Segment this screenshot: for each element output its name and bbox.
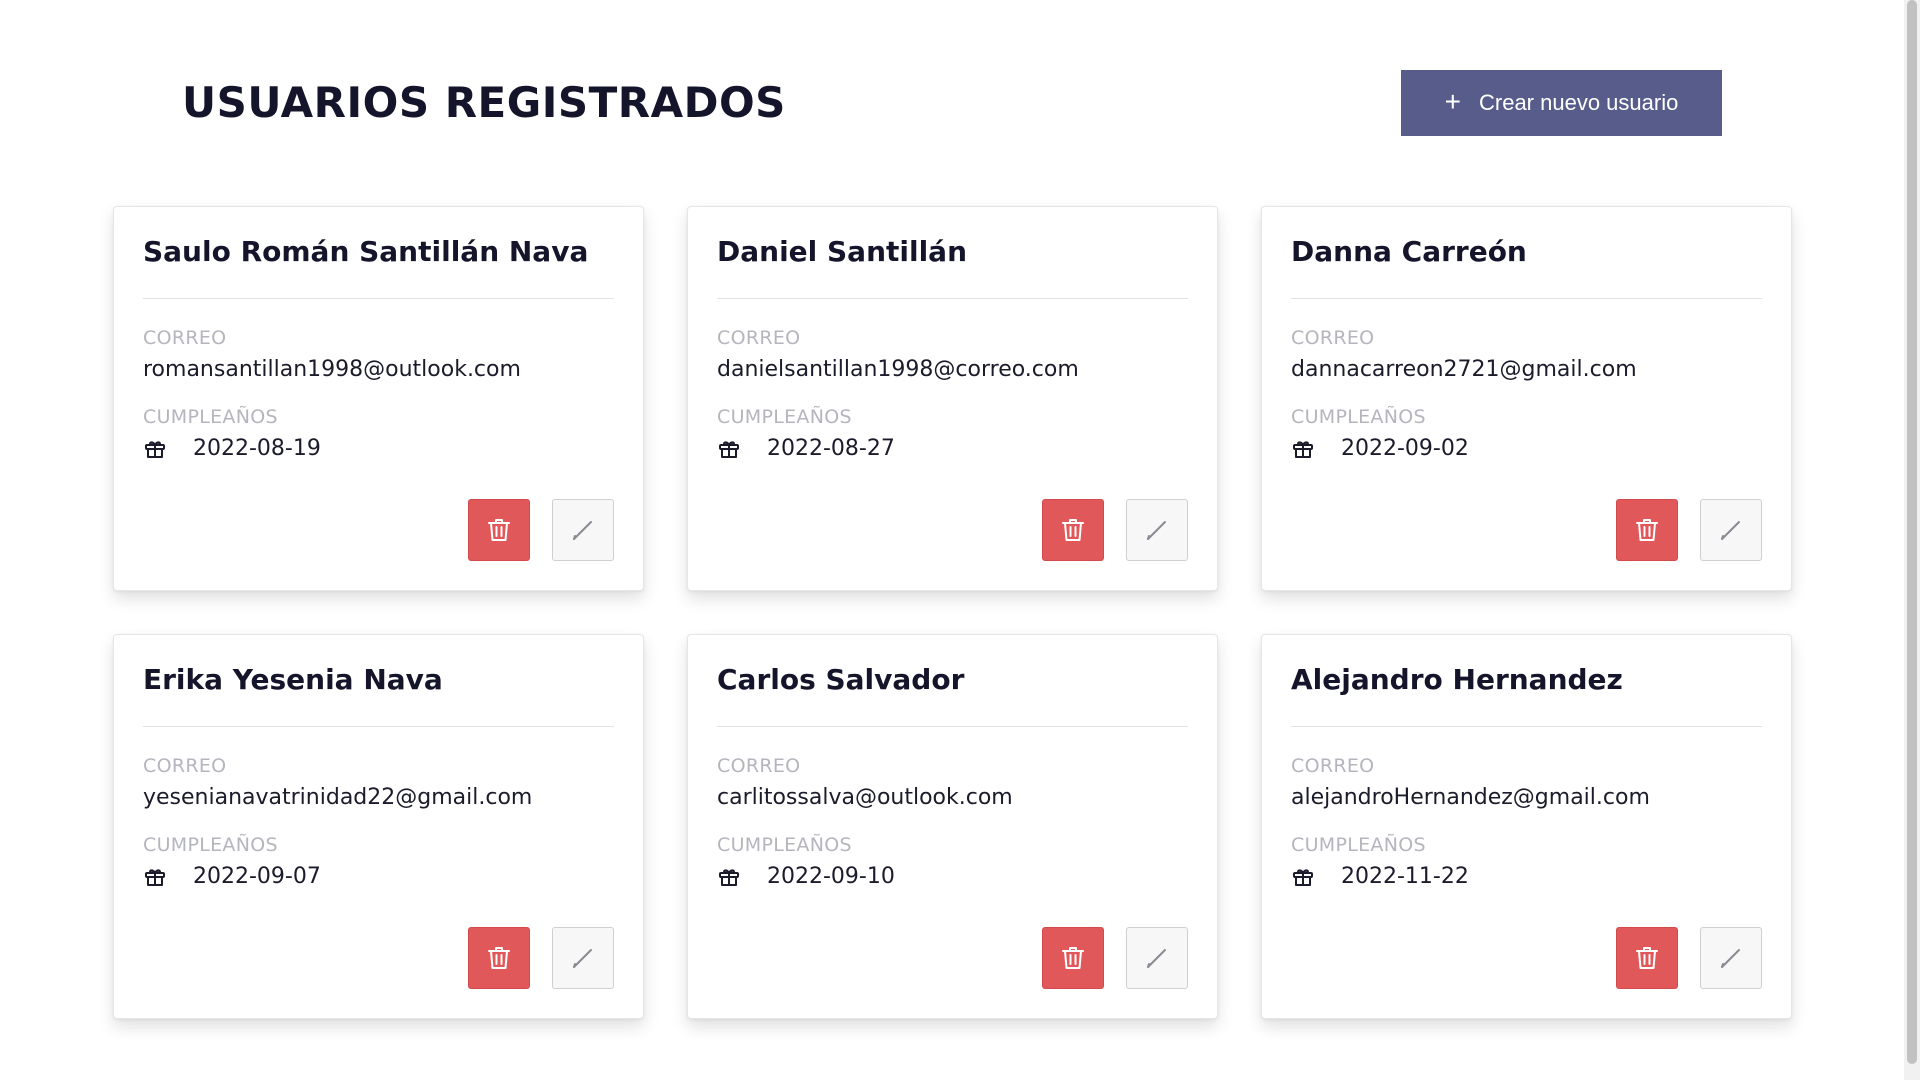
card-actions [468, 927, 614, 989]
gift-icon [1293, 868, 1313, 886]
card-actions [1616, 499, 1762, 561]
user-card: Saulo Román Santillán Nava CORREO romans… [113, 206, 644, 591]
trash-icon [1062, 519, 1084, 541]
email-label: CORREO [1291, 755, 1375, 777]
delete-button[interactable] [1042, 499, 1104, 561]
scrollbar-thumb[interactable] [1907, 0, 1917, 1064]
user-name: Daniel Santillán [717, 235, 968, 268]
card-divider [717, 726, 1188, 727]
user-email: alejandroHernandez@gmail.com [1291, 785, 1650, 810]
card-divider [1291, 298, 1762, 299]
user-name: Alejandro Hernandez [1291, 663, 1623, 696]
card-actions [1042, 499, 1188, 561]
birthday-label: CUMPLEAÑOS [717, 834, 852, 856]
user-name: Saulo Román Santillán Nava [143, 235, 589, 268]
users-page: USUARIOS REGISTRADOS + Crear nuevo usuar… [0, 0, 1920, 1080]
user-birthday: 2022-11-22 [1341, 864, 1469, 889]
pencil-icon [1721, 521, 1740, 540]
user-card: Daniel Santillán CORREO danielsantillan1… [687, 206, 1218, 591]
birthday-row: 2022-08-19 [143, 436, 614, 461]
birthday-label: CUMPLEAÑOS [143, 406, 278, 428]
birthday-row: 2022-09-07 [143, 864, 614, 889]
user-card: Danna Carreón CORREO dannacarreon2721@gm… [1261, 206, 1792, 591]
card-divider [717, 298, 1188, 299]
user-birthday: 2022-09-02 [1341, 436, 1469, 461]
user-card: Alejandro Hernandez CORREO alejandroHern… [1261, 634, 1792, 1019]
user-name: Danna Carreón [1291, 235, 1527, 268]
trash-icon [488, 947, 510, 969]
user-card: Carlos Salvador CORREO carlitossalva@out… [687, 634, 1218, 1019]
pencil-icon [1147, 949, 1166, 968]
delete-button[interactable] [1042, 927, 1104, 989]
create-user-button-label: Crear nuevo usuario [1479, 90, 1679, 115]
user-birthday: 2022-08-27 [767, 436, 895, 461]
delete-button[interactable] [468, 499, 530, 561]
card-divider [143, 298, 614, 299]
delete-button[interactable] [1616, 927, 1678, 989]
delete-button[interactable] [468, 927, 530, 989]
gift-icon [719, 868, 739, 886]
pencil-icon [573, 521, 592, 540]
birthday-row: 2022-09-02 [1291, 436, 1762, 461]
page-title: USUARIOS REGISTRADOS [182, 78, 786, 127]
trash-icon [1636, 519, 1658, 541]
birthday-label: CUMPLEAÑOS [1291, 406, 1426, 428]
create-user-button[interactable]: + Crear nuevo usuario [1401, 70, 1722, 136]
page-header: USUARIOS REGISTRADOS + Crear nuevo usuar… [0, 70, 1904, 136]
users-grid: Saulo Román Santillán Nava CORREO romans… [113, 206, 1792, 1019]
user-birthday: 2022-08-19 [193, 436, 321, 461]
vertical-scrollbar[interactable] [1904, 0, 1920, 1080]
user-email: danielsantillan1998@correo.com [717, 357, 1079, 382]
birthday-label: CUMPLEAÑOS [717, 406, 852, 428]
gift-icon [719, 440, 739, 458]
pencil-icon [573, 949, 592, 968]
pencil-icon [1721, 949, 1740, 968]
card-actions [468, 499, 614, 561]
edit-button[interactable] [1700, 927, 1762, 989]
gift-icon [1293, 440, 1313, 458]
user-name: Carlos Salvador [717, 663, 965, 696]
edit-button[interactable] [1126, 499, 1188, 561]
plus-icon: + [1444, 85, 1461, 117]
card-actions [1042, 927, 1188, 989]
user-birthday: 2022-09-10 [767, 864, 895, 889]
edit-button[interactable] [1700, 499, 1762, 561]
user-email: carlitossalva@outlook.com [717, 785, 1013, 810]
edit-button[interactable] [552, 499, 614, 561]
card-divider [1291, 726, 1762, 727]
email-label: CORREO [143, 327, 227, 349]
trash-icon [488, 519, 510, 541]
birthday-row: 2022-08-27 [717, 436, 1188, 461]
card-divider [143, 726, 614, 727]
birthday-label: CUMPLEAÑOS [143, 834, 278, 856]
birthday-row: 2022-11-22 [1291, 864, 1762, 889]
birthday-label: CUMPLEAÑOS [1291, 834, 1426, 856]
user-card: Erika Yesenia Nava CORREO yesenianavatri… [113, 634, 644, 1019]
email-label: CORREO [143, 755, 227, 777]
trash-icon [1636, 947, 1658, 969]
delete-button[interactable] [1616, 499, 1678, 561]
gift-icon [145, 868, 165, 886]
user-email: yesenianavatrinidad22@gmail.com [143, 785, 533, 810]
user-email: dannacarreon2721@gmail.com [1291, 357, 1637, 382]
user-name: Erika Yesenia Nava [143, 663, 443, 696]
trash-icon [1062, 947, 1084, 969]
edit-button[interactable] [552, 927, 614, 989]
birthday-row: 2022-09-10 [717, 864, 1188, 889]
user-email: romansantillan1998@outlook.com [143, 357, 521, 382]
email-label: CORREO [717, 327, 801, 349]
email-label: CORREO [717, 755, 801, 777]
email-label: CORREO [1291, 327, 1375, 349]
edit-button[interactable] [1126, 927, 1188, 989]
user-birthday: 2022-09-07 [193, 864, 321, 889]
pencil-icon [1147, 521, 1166, 540]
card-actions [1616, 927, 1762, 989]
gift-icon [145, 440, 165, 458]
